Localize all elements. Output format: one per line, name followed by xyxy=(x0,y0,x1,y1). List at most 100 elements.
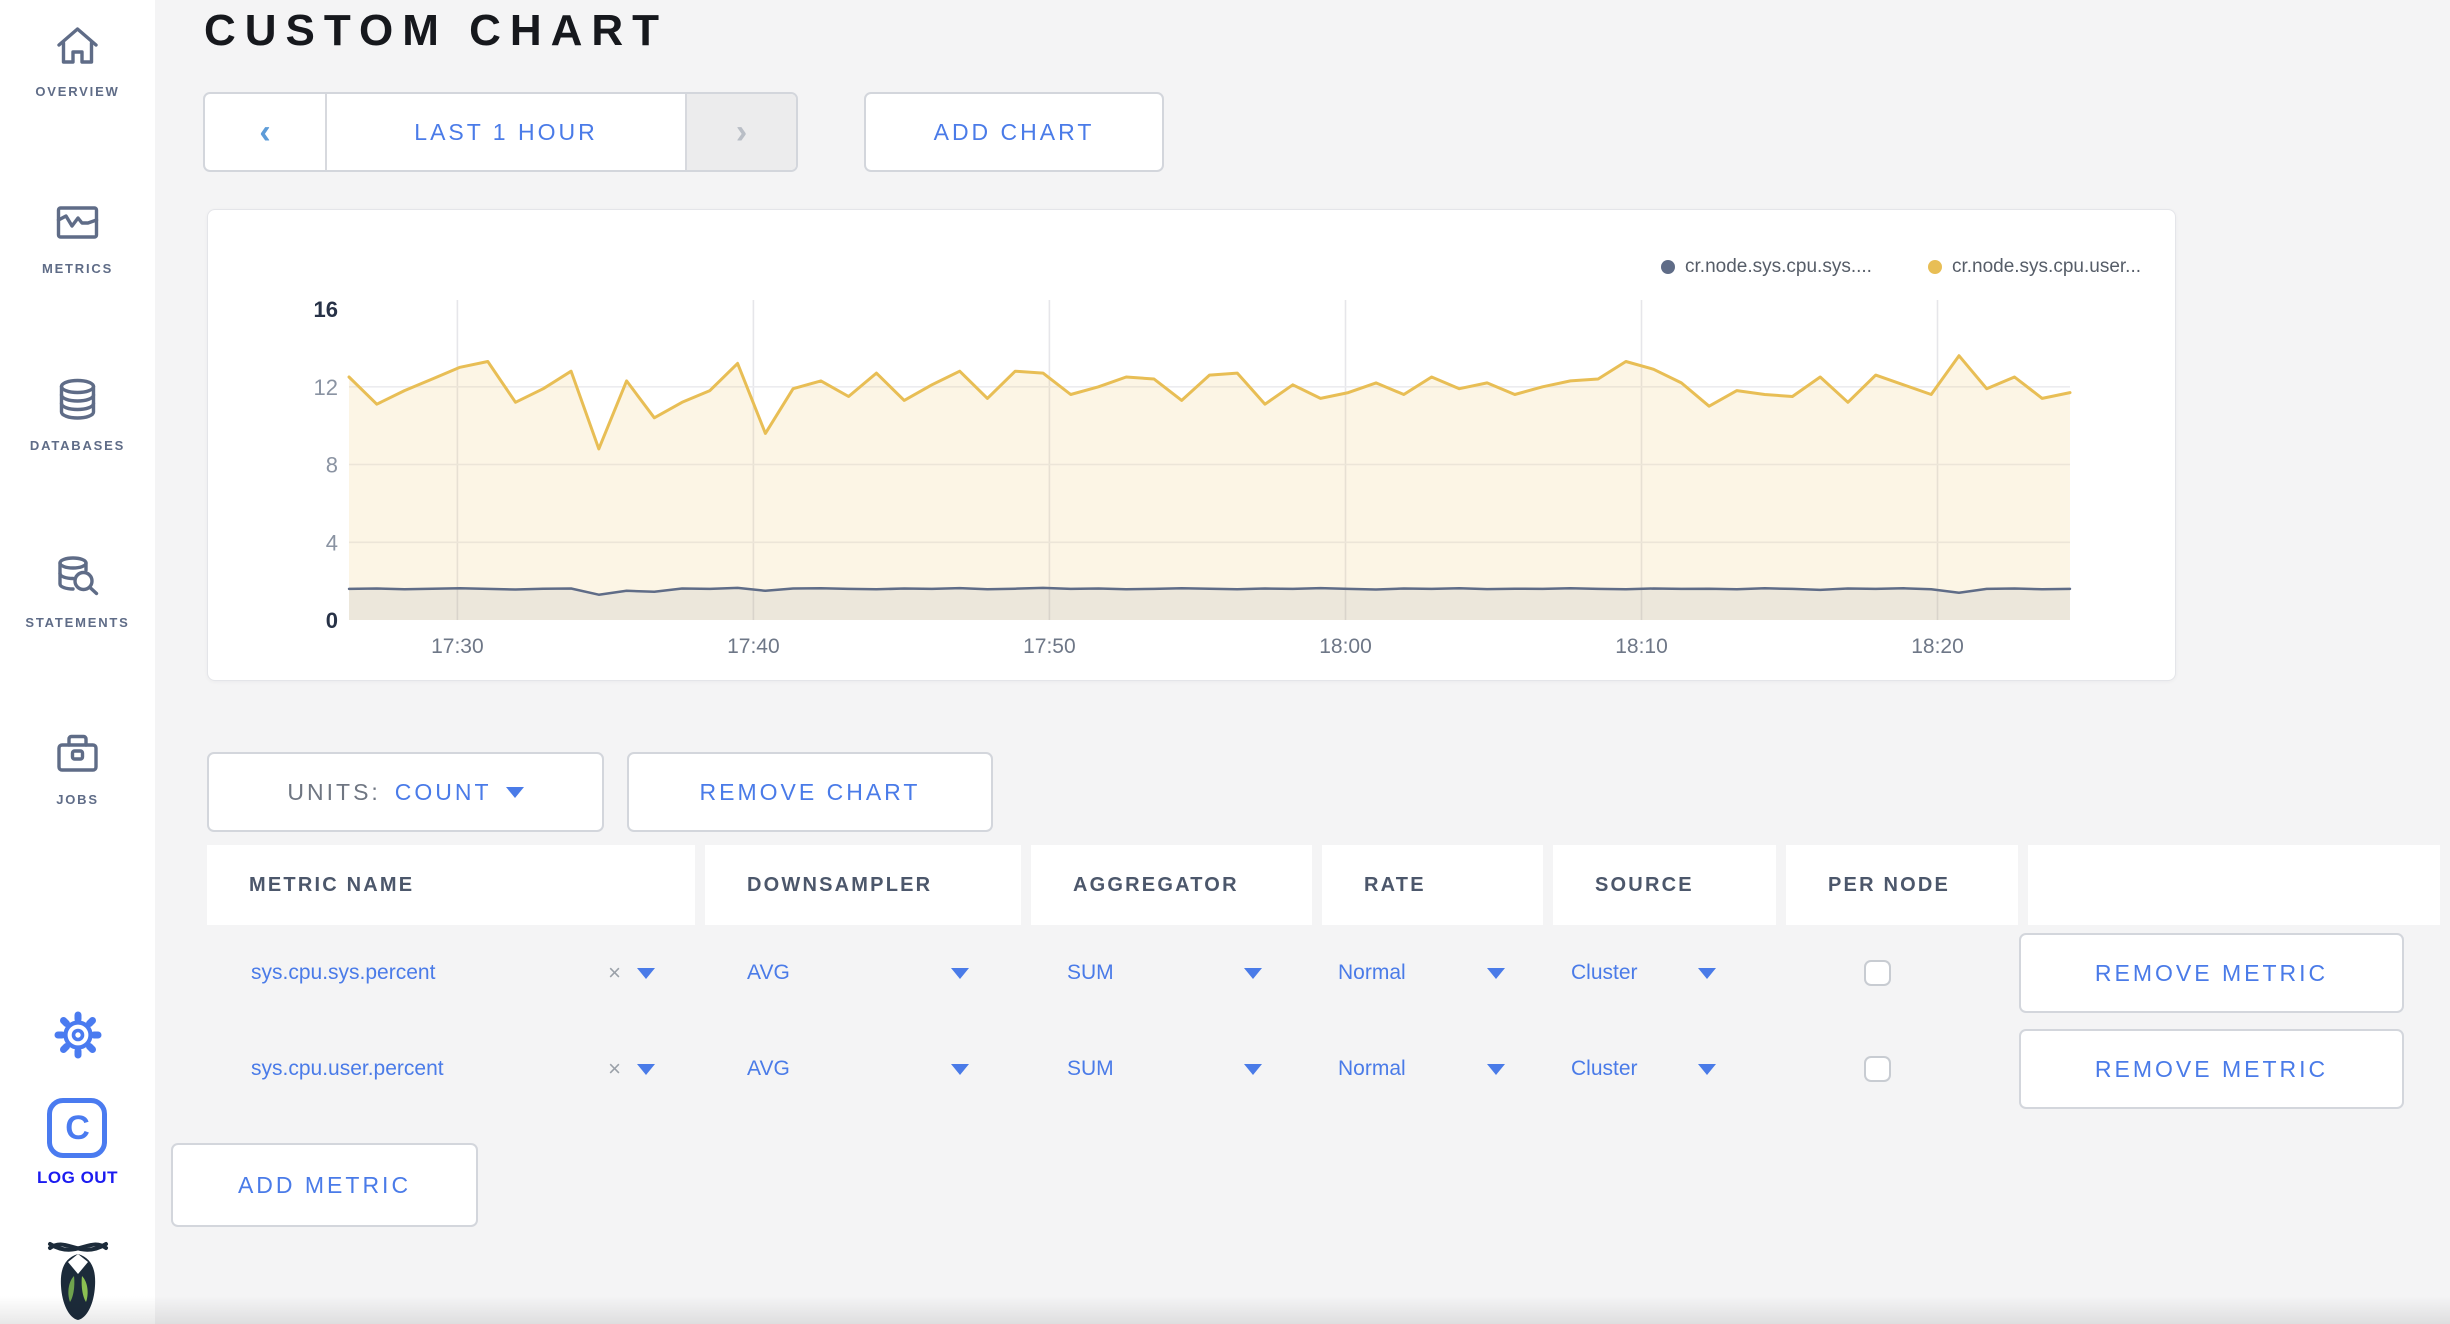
source-value: Cluster xyxy=(1571,961,1638,984)
jobs-icon xyxy=(57,734,98,772)
chevron-down-icon xyxy=(1244,1063,1262,1075)
cpu-line-chart: 17:30 17:40 17:50 18:00 18:10 18:20 0 4 8 12 16 xyxy=(314,297,2072,658)
column-header-metric-name: METRIC NAME xyxy=(207,845,695,925)
rate-dropdown[interactable]: Normal xyxy=(1322,1057,1543,1081)
aggregator-value: SUM xyxy=(1067,961,1114,984)
table-row: sys.cpu.user.percent × AVG SUM Normal Cl… xyxy=(207,1021,2440,1117)
metrics-icon xyxy=(56,206,99,239)
chevron-down-icon xyxy=(951,967,969,979)
settings-button[interactable] xyxy=(50,1007,106,1068)
home-icon xyxy=(57,27,98,64)
chevron-down-icon xyxy=(1698,1063,1716,1075)
logout-button[interactable]: C LOG OUT xyxy=(37,1098,118,1188)
chevron-down-icon[interactable] xyxy=(637,967,655,979)
sidebar-item-label: STATEMENTS xyxy=(25,615,130,630)
chevron-down-icon xyxy=(1244,967,1262,979)
svg-text:4: 4 xyxy=(326,530,338,555)
source-dropdown[interactable]: Cluster xyxy=(1553,961,1776,985)
page-title: CUSTOM CHART xyxy=(204,6,669,55)
metric-name-value[interactable]: sys.cpu.user.percent xyxy=(251,1057,444,1081)
chevron-down-icon xyxy=(951,1063,969,1075)
column-header-rate: RATE xyxy=(1322,845,1543,925)
svg-text:18:10: 18:10 xyxy=(1615,635,1668,658)
svg-text:17:50: 17:50 xyxy=(1023,635,1076,658)
rate-value: Normal xyxy=(1338,1057,1406,1080)
svg-text:16: 16 xyxy=(314,297,338,322)
aggregator-dropdown[interactable]: SUM xyxy=(1031,961,1312,985)
column-header-aggregator: AGGREGATOR xyxy=(1031,845,1312,925)
time-prev-button[interactable]: ‹ xyxy=(205,94,325,170)
per-node-checkbox[interactable] xyxy=(1864,960,1891,986)
units-value: COUNT xyxy=(394,778,492,805)
remove-metric-button[interactable]: REMOVE METRIC xyxy=(2019,933,2404,1013)
downsampler-value: AVG xyxy=(747,1057,790,1080)
remove-chart-button[interactable]: REMOVE CHART xyxy=(627,752,993,832)
svg-text:18:00: 18:00 xyxy=(1319,635,1372,658)
sidebar-item-metrics[interactable]: METRICS xyxy=(42,196,113,276)
sidebar-item-statements[interactable]: STATEMENTS xyxy=(25,550,129,630)
gear-icon xyxy=(54,1011,101,1059)
chart-card: cr.node.sys.cpu.sys.... cr.node.sys.cpu.… xyxy=(207,209,2176,681)
column-header-per-node: PER NODE xyxy=(1786,845,2018,925)
legend-label: cr.node.sys.cpu.sys.... xyxy=(1685,256,1872,277)
aggregator-value: SUM xyxy=(1067,1057,1114,1080)
svg-text:18:20: 18:20 xyxy=(1911,635,1964,658)
chart-options-row: UNITS: COUNT REMOVE CHART xyxy=(207,752,993,832)
column-header-source: SOURCE xyxy=(1553,845,1776,925)
source-value: Cluster xyxy=(1571,1057,1638,1080)
downsampler-dropdown[interactable]: AVG xyxy=(705,1057,1021,1081)
chevron-down-icon xyxy=(1698,967,1716,979)
time-range-group: ‹ LAST 1 HOUR › xyxy=(203,92,798,172)
column-header-downsampler: DOWNSAMPLER xyxy=(705,845,1021,925)
svg-text:17:40: 17:40 xyxy=(727,635,780,658)
rate-dropdown[interactable]: Normal xyxy=(1322,961,1543,985)
sidebar: OVERVIEW METRICS DATABASES STATEMENTS JO… xyxy=(0,0,155,1324)
table-header-row: METRIC NAME DOWNSAMPLER AGGREGATOR RATE … xyxy=(207,845,2440,925)
add-metric-button[interactable]: ADD METRIC xyxy=(171,1143,478,1227)
metric-name-value[interactable]: sys.cpu.sys.percent xyxy=(251,961,435,985)
aggregator-dropdown[interactable]: SUM xyxy=(1031,1057,1312,1081)
chevron-left-icon: ‹ xyxy=(259,113,271,151)
legend-label: cr.node.sys.cpu.user... xyxy=(1951,256,2141,277)
sidebar-item-jobs[interactable]: JOBS xyxy=(51,727,104,807)
main-content: CUSTOM CHART ‹ LAST 1 HOUR › ADD CHART c… xyxy=(155,0,2450,1324)
svg-text:8: 8 xyxy=(326,453,338,478)
sidebar-item-label: METRICS xyxy=(41,261,114,276)
legend-dot-user xyxy=(1927,260,1942,274)
source-dropdown[interactable]: Cluster xyxy=(1553,1057,1776,1081)
time-next-button-disabled[interactable]: › xyxy=(687,94,796,170)
metrics-table: METRIC NAME DOWNSAMPLER AGGREGATOR RATE … xyxy=(171,845,2440,1227)
legend-item: cr.node.sys.cpu.sys.... xyxy=(1661,256,1872,278)
sidebar-item-label: DATABASES xyxy=(29,438,126,453)
legend-item: cr.node.sys.cpu.user... xyxy=(1927,256,2141,278)
chevron-down-icon[interactable] xyxy=(637,1063,655,1075)
time-range-button[interactable]: LAST 1 HOUR xyxy=(325,94,687,170)
add-chart-button[interactable]: ADD CHART xyxy=(864,92,1164,172)
column-header-actions xyxy=(2028,845,2440,925)
clear-metric-icon[interactable]: × xyxy=(608,1056,621,1082)
units-label: UNITS: xyxy=(287,778,381,805)
chevron-down-icon xyxy=(1487,1063,1505,1075)
remove-metric-button[interactable]: REMOVE METRIC xyxy=(2019,1029,2404,1109)
chart-legend: cr.node.sys.cpu.sys.... cr.node.sys.cpu.… xyxy=(1661,256,2141,278)
cockroach-c-icon: C xyxy=(47,1098,108,1158)
svg-text:0: 0 xyxy=(326,608,338,633)
statements-icon xyxy=(58,556,99,596)
clear-metric-icon[interactable]: × xyxy=(608,960,621,986)
downsampler-value: AVG xyxy=(747,961,790,984)
chevron-down-icon xyxy=(1487,967,1505,979)
time-controls: ‹ LAST 1 HOUR › ADD CHART xyxy=(203,92,1164,172)
chevron-right-icon: › xyxy=(735,113,748,151)
chevron-down-icon xyxy=(505,786,524,798)
units-dropdown[interactable]: UNITS: COUNT xyxy=(207,752,604,832)
per-node-checkbox[interactable] xyxy=(1864,1056,1891,1082)
table-row: sys.cpu.sys.percent × AVG SUM Normal Clu… xyxy=(207,925,2440,1021)
sidebar-item-label: OVERVIEW xyxy=(35,84,120,99)
svg-text:12: 12 xyxy=(314,375,338,400)
databases-icon xyxy=(59,378,96,420)
downsampler-dropdown[interactable]: AVG xyxy=(705,961,1021,985)
svg-text:17:30: 17:30 xyxy=(431,635,484,658)
sidebar-item-overview[interactable]: OVERVIEW xyxy=(35,19,119,99)
logout-label: LOG OUT xyxy=(37,1168,118,1187)
sidebar-item-databases[interactable]: DATABASES xyxy=(30,373,125,453)
